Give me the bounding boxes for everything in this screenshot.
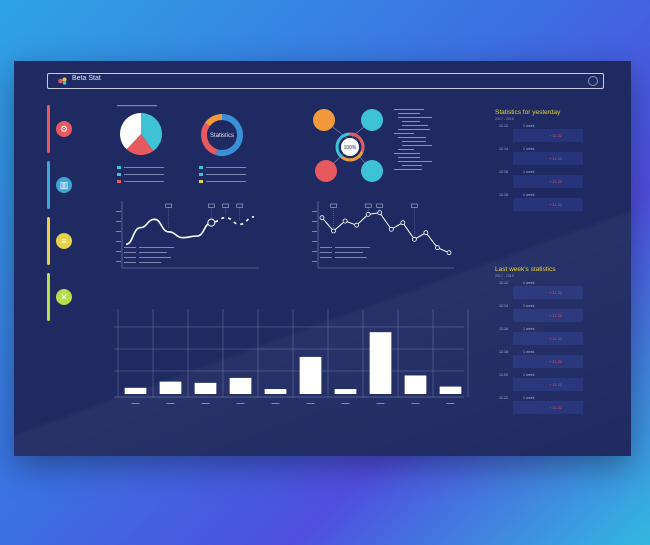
stat-row: 12.16 1 week + 11.22	[495, 167, 585, 190]
data-point	[435, 245, 440, 251]
stat-date: 12.22	[499, 396, 508, 400]
data-point	[377, 210, 383, 216]
stat-date: 12.12	[499, 124, 508, 128]
stat-value: + 11.22	[549, 179, 563, 184]
stat-date: 12.12	[499, 281, 508, 285]
stat-date: 12.16	[499, 327, 508, 331]
code-block	[394, 109, 432, 170]
data-point	[388, 226, 394, 232]
point-marker	[207, 218, 216, 227]
stat-box	[513, 286, 583, 299]
stat-row: 12.22 1 week + 11.22	[495, 393, 585, 416]
lastweek-stats: Last week's statistics 2017 - 2018 12.12…	[495, 266, 585, 416]
stat-label: 1 week	[523, 147, 535, 151]
bar	[194, 382, 217, 394]
stat-date: 12.16	[499, 170, 508, 174]
line-chart-1	[116, 201, 259, 269]
data-point	[331, 228, 336, 234]
bar	[439, 386, 462, 394]
dashboard-panel: Beta Stat ⚙ ▥ ≡ ✕ Statistics 100% Statis…	[14, 61, 631, 456]
donut-center-label: Statistics	[210, 133, 234, 139]
stat-label: 1 week	[523, 327, 535, 331]
bubble-red	[315, 160, 337, 182]
data-point	[342, 218, 348, 224]
stat-label: 1 week	[523, 373, 535, 377]
stat-box	[513, 355, 583, 368]
stat-value: + 11.22	[549, 359, 563, 364]
stat-row: 12.14 1 week + 11.22	[495, 144, 585, 167]
yesterday-stats: Statistics for yesterday 2017 - 2018 12.…	[495, 109, 585, 213]
stat-box	[513, 332, 583, 345]
bubble-orange	[313, 109, 335, 131]
stat-value: + 11.22	[549, 336, 563, 341]
stat-box	[513, 198, 583, 211]
stat-box	[513, 175, 583, 188]
stat-box	[513, 309, 583, 322]
stat-value: + 11.22	[549, 382, 563, 387]
stat-value: + 11.22	[549, 202, 563, 207]
bar	[264, 389, 287, 394]
stat-box	[513, 378, 583, 391]
stat-row: 12.18 1 week + 11.22	[495, 190, 585, 213]
bar	[369, 332, 392, 394]
bar	[124, 387, 147, 394]
bar	[299, 356, 322, 394]
stat-date: 12.14	[499, 304, 508, 308]
data-point	[423, 230, 429, 236]
stat-value: + 11.22	[549, 313, 563, 318]
stat-date: 12.18	[499, 350, 508, 354]
stat-value: + 11.22	[549, 133, 563, 138]
stat-label: 1 week	[523, 193, 535, 197]
stat-box	[513, 129, 583, 142]
stat-box	[513, 152, 583, 165]
stat-row: 12.20 1 week + 11.22	[495, 370, 585, 393]
bar-chart	[114, 309, 469, 404]
data-point	[411, 236, 417, 242]
stat-row: 12.12 1 week + 11.22	[495, 278, 585, 301]
bar	[159, 381, 182, 394]
stat-row: 12.16 1 week + 11.22	[495, 324, 585, 347]
stat-label: 1 week	[523, 396, 535, 400]
stat-date: 12.14	[499, 147, 508, 151]
bubble-cyan	[361, 109, 383, 131]
data-point	[446, 250, 452, 256]
bar	[404, 375, 427, 394]
stat-label: 1 week	[523, 350, 535, 354]
data-point	[365, 211, 371, 217]
data-point	[400, 220, 406, 226]
hub-percent-label: 100%	[344, 145, 357, 151]
stat-box	[513, 401, 583, 414]
series-line	[125, 216, 255, 246]
series-line	[321, 212, 450, 254]
stat-date: 12.20	[499, 373, 508, 377]
stat-value: + 11.22	[549, 156, 563, 161]
bar	[229, 377, 252, 394]
yesterday-title: Statistics for yesterday	[495, 109, 561, 116]
lastweek-title: Last week's statistics	[495, 266, 556, 273]
bar	[334, 389, 357, 394]
stat-label: 1 week	[523, 304, 535, 308]
bubble-hub: 100%	[313, 109, 383, 182]
bubble-teal	[361, 160, 383, 182]
stat-row: 12.18 1 week + 11.22	[495, 347, 585, 370]
stat-row: 12.12 1 week + 11.22	[495, 121, 585, 144]
data-point	[354, 222, 360, 228]
stat-date: 12.18	[499, 193, 508, 197]
stat-label: 1 week	[523, 170, 535, 174]
pie-slice	[205, 114, 223, 127]
data-point	[319, 215, 325, 221]
stat-label: 1 week	[523, 281, 535, 285]
stat-value: + 11.22	[549, 405, 563, 410]
stat-label: 1 week	[523, 124, 535, 128]
stat-row: 12.14 1 week + 11.22	[495, 301, 585, 324]
line-chart-2	[312, 201, 454, 269]
stat-value: + 11.22	[549, 290, 563, 295]
